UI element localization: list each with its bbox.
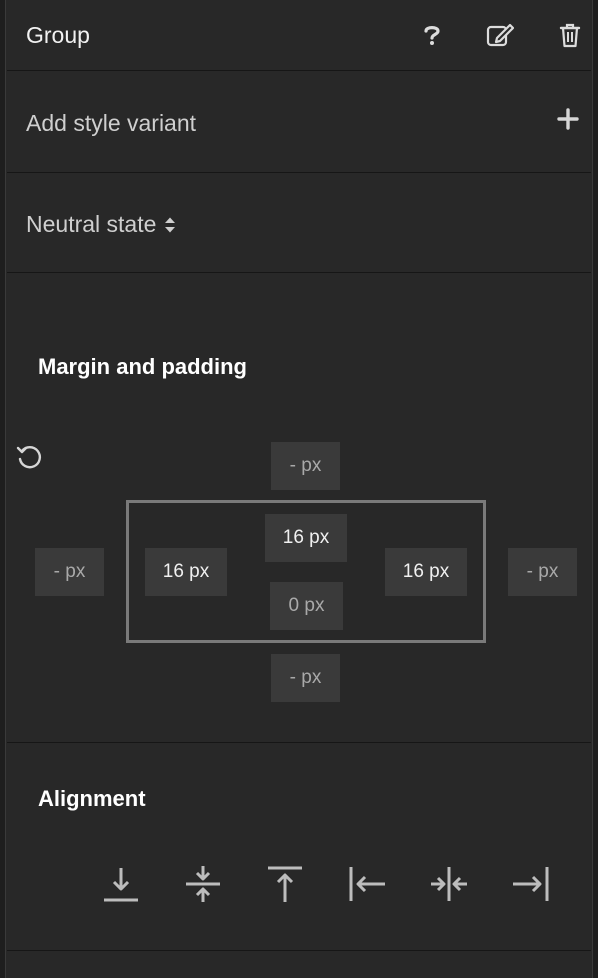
align-bottom-icon[interactable]	[99, 862, 143, 906]
margin-padding-section: Margin and padding - px - px - px - px 1…	[7, 274, 591, 743]
state-selector[interactable]: Neutral state	[26, 211, 176, 238]
reset-icon[interactable]	[14, 442, 44, 472]
align-left-icon[interactable]	[345, 862, 389, 906]
next-section-edge	[7, 952, 591, 978]
margin-right-field[interactable]: - px	[508, 548, 577, 596]
state-selector-row: Neutral state	[7, 174, 591, 273]
padding-right-field[interactable]: 16 px	[385, 548, 467, 596]
right-scrollbar[interactable]	[592, 0, 598, 978]
alignment-section: Alignment	[7, 744, 591, 951]
margin-padding-title: Margin and padding	[38, 354, 247, 379]
trash-icon[interactable]	[555, 20, 585, 50]
add-style-variant-label: Add style variant	[26, 110, 197, 136]
padding-top-field[interactable]: 16 px	[265, 514, 347, 562]
alignment-title: Alignment	[38, 786, 146, 811]
align-horizontal-center-icon[interactable]	[427, 862, 471, 906]
padding-left-field[interactable]: 16 px	[145, 548, 227, 596]
margin-top-field[interactable]: - px	[271, 442, 340, 490]
panel-header: Group	[7, 0, 591, 71]
updown-caret-icon	[165, 217, 176, 232]
left-panel-edge	[0, 0, 6, 978]
margin-left-field[interactable]: - px	[35, 548, 104, 596]
add-style-variant-row[interactable]: Add style variant	[7, 72, 591, 173]
align-right-icon[interactable]	[509, 862, 553, 906]
question-icon[interactable]	[417, 20, 447, 50]
state-label: Neutral state	[26, 211, 157, 237]
plus-icon[interactable]	[555, 106, 581, 132]
panel-title: Group	[26, 22, 90, 48]
align-vertical-center-icon[interactable]	[181, 862, 225, 906]
align-top-icon[interactable]	[263, 862, 307, 906]
edit-icon[interactable]	[485, 20, 515, 50]
padding-bottom-field[interactable]: 0 px	[270, 582, 343, 630]
margin-bottom-field[interactable]: - px	[271, 654, 340, 702]
